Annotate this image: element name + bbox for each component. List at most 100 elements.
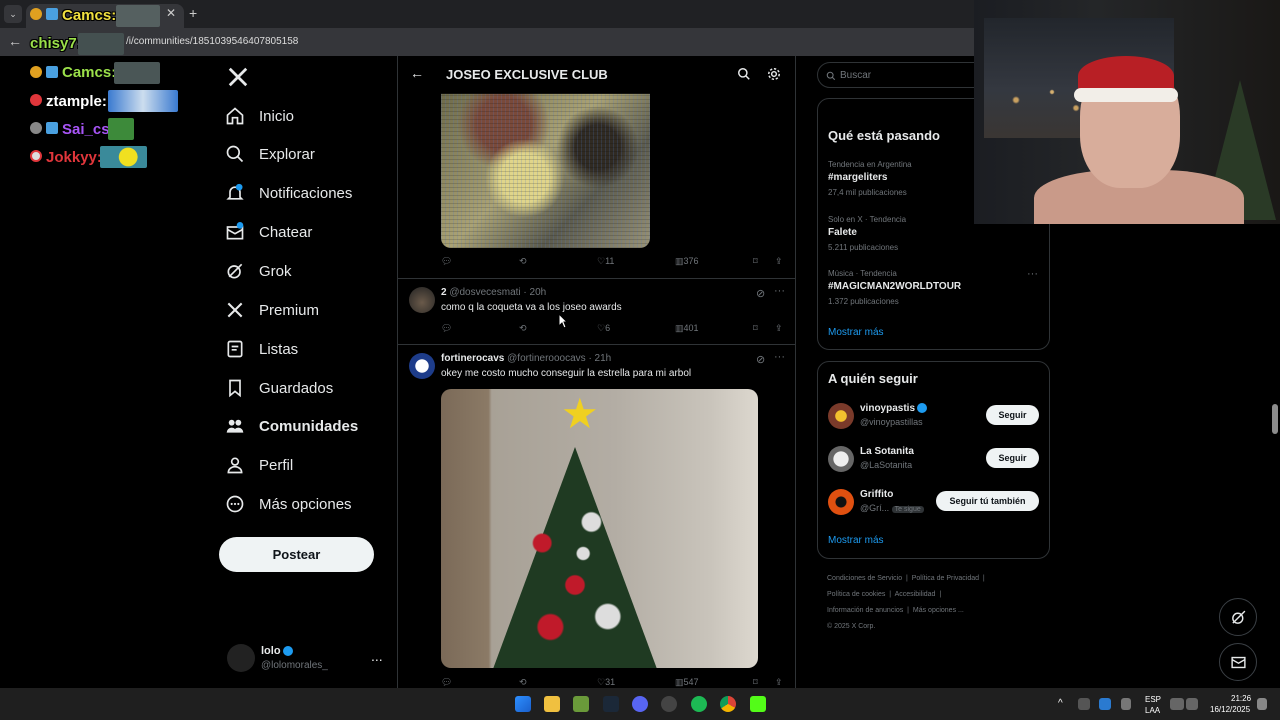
bookmark-icon[interactable]: ⌑ xyxy=(753,677,758,688)
follow-name[interactable]: Griffito xyxy=(860,489,893,500)
tweet-image[interactable] xyxy=(441,93,650,248)
footer-link[interactable]: Accesibilidad xyxy=(895,591,936,598)
notification-bell-icon[interactable] xyxy=(1257,698,1267,710)
nav-grok[interactable]: Grok xyxy=(225,256,292,286)
repost-icon[interactable]: ⟲ xyxy=(519,323,527,334)
nav-perfil[interactable]: Perfil xyxy=(225,450,293,480)
network-icon[interactable] xyxy=(1170,698,1184,710)
panel-title: A quién seguir xyxy=(828,371,918,386)
microphone-icon[interactable] xyxy=(1121,698,1131,710)
post-button[interactable]: Postear xyxy=(219,537,374,572)
spotify-icon[interactable] xyxy=(691,696,707,712)
divider xyxy=(398,278,795,279)
bell-icon xyxy=(226,183,244,200)
tweet-image[interactable]: ★ xyxy=(441,389,758,668)
nav-premium[interactable]: Premium xyxy=(225,295,319,325)
tweet-author[interactable]: fortinerocavs @fortinerooocavs · 21h xyxy=(441,353,611,364)
tray-app-icon[interactable] xyxy=(1099,698,1111,710)
trend-name[interactable]: #margeliters xyxy=(828,172,887,183)
language-indicator[interactable]: ESP xyxy=(1145,695,1161,704)
footer-link[interactable]: Política de Privacidad xyxy=(912,575,979,582)
trend-name[interactable]: #MAGICMAN2WORLDTOUR xyxy=(828,281,961,292)
close-tab-icon[interactable]: ✕ xyxy=(166,6,176,20)
page-scrollbar[interactable] xyxy=(1272,404,1278,434)
tray-overflow-icon[interactable]: ^ xyxy=(1058,698,1063,709)
follow-back-button[interactable]: Seguir tú también xyxy=(936,491,1039,511)
trend-name[interactable]: Falete xyxy=(828,227,857,238)
reply-icon[interactable]: 💬︎ xyxy=(441,677,452,688)
nav-chatear[interactable]: Chatear xyxy=(225,217,312,247)
bookmark-icon[interactable]: ⌑ xyxy=(753,256,758,267)
x-logo-icon[interactable] xyxy=(227,66,249,88)
share-icon[interactable]: ⇪ xyxy=(775,323,783,334)
reply-icon[interactable]: 💬︎ xyxy=(441,256,452,267)
volume-icon[interactable] xyxy=(1186,698,1198,710)
more-icon[interactable]: ··· xyxy=(774,351,785,363)
kick-icon[interactable] xyxy=(750,696,766,712)
gear-icon[interactable] xyxy=(767,67,781,81)
more-icon[interactable]: ··· xyxy=(774,285,785,297)
tweet-author[interactable]: 2 @dosvecesmati · 20h xyxy=(441,287,546,298)
repost-icon[interactable]: ⟲ xyxy=(519,256,527,267)
grok-icon[interactable]: ⊘ xyxy=(756,353,765,366)
repost-icon[interactable]: ⟲ xyxy=(519,677,527,688)
footer-link[interactable]: Condiciones de Servicio xyxy=(827,575,902,582)
tray-app-icon[interactable] xyxy=(1078,698,1090,710)
avatar[interactable] xyxy=(828,446,854,472)
grok-floating-button[interactable] xyxy=(1219,598,1257,636)
footer-link[interactable]: Política de cookies xyxy=(827,591,885,598)
nav-comunidades[interactable]: Comunidades xyxy=(225,411,358,441)
grok-icon[interactable]: ⊘ xyxy=(756,287,765,300)
footer-link[interactable]: Más opciones ... xyxy=(913,607,964,614)
chrome-icon[interactable] xyxy=(720,696,736,712)
nav-notificaciones[interactable]: Notificaciones xyxy=(225,178,352,208)
follow-handle: @Grí... Te sigue xyxy=(860,503,924,513)
file-explorer-icon[interactable] xyxy=(544,696,560,712)
follow-show-more-link[interactable]: Mostrar más xyxy=(828,535,884,546)
back-arrow-icon[interactable]: ← xyxy=(8,33,22,49)
avatar[interactable] xyxy=(828,403,854,429)
views-button[interactable]: ▥ 547 xyxy=(675,677,699,688)
like-button[interactable]: ♡ 31 xyxy=(597,677,615,688)
trends-show-more-link[interactable]: Mostrar más xyxy=(828,327,884,338)
reply-icon[interactable]: 💬︎ xyxy=(441,323,452,334)
nav-guardados[interactable]: Guardados xyxy=(225,373,333,403)
avatar[interactable] xyxy=(409,353,435,379)
footer-link[interactable]: Información de anuncios xyxy=(827,607,903,614)
views-button[interactable]: ▥ 376 xyxy=(675,256,699,267)
clock-time[interactable]: 21:26 xyxy=(1231,694,1251,703)
back-arrow-icon[interactable]: ← xyxy=(410,65,424,81)
nav-listas[interactable]: Listas xyxy=(225,334,298,364)
steam-icon[interactable] xyxy=(603,696,619,712)
discord-icon[interactable] xyxy=(632,696,648,712)
messages-floating-button[interactable] xyxy=(1219,643,1257,681)
tab-search-button[interactable]: ⌄ xyxy=(4,5,22,23)
new-tab-button[interactable]: + xyxy=(189,5,197,21)
share-icon[interactable]: ⇪ xyxy=(775,256,783,267)
share-icon[interactable]: ⇪ xyxy=(775,677,783,688)
follow-name[interactable]: vinoypastis xyxy=(860,403,928,414)
search-icon[interactable] xyxy=(737,67,751,81)
windows-start-icon[interactable] xyxy=(515,696,531,712)
nav-inicio[interactable]: Inicio xyxy=(225,101,294,131)
bookmark-icon[interactable]: ⌑ xyxy=(753,323,758,334)
like-button[interactable]: ♡ 6 xyxy=(597,323,610,334)
url-field[interactable]: /i/communities/1851039546407805158 xyxy=(126,36,298,47)
like-button[interactable]: ♡ 11 xyxy=(597,256,614,267)
chat-badge-icon xyxy=(30,150,42,162)
account-more-icon[interactable]: ... xyxy=(371,648,383,664)
avatar[interactable] xyxy=(409,287,435,313)
nav-mas-opciones[interactable]: Más opciones xyxy=(225,489,352,519)
avatar[interactable] xyxy=(828,489,854,515)
follow-name[interactable]: La Sotanita xyxy=(860,446,914,457)
follow-button[interactable]: Seguir xyxy=(986,448,1039,468)
views-button[interactable]: ▥ 401 xyxy=(675,323,699,334)
account-switcher[interactable]: lolo @lolomorales_ ... xyxy=(227,642,397,678)
app-icon[interactable] xyxy=(573,696,589,712)
clock-date[interactable]: 16/12/2025 xyxy=(1210,705,1250,714)
nav-explorar[interactable]: Explorar xyxy=(225,139,315,169)
chat-user: Camcs: xyxy=(62,7,117,24)
follow-button[interactable]: Seguir xyxy=(986,405,1039,425)
more-icon[interactable]: ··· xyxy=(1027,268,1038,280)
app-icon[interactable] xyxy=(661,696,677,712)
